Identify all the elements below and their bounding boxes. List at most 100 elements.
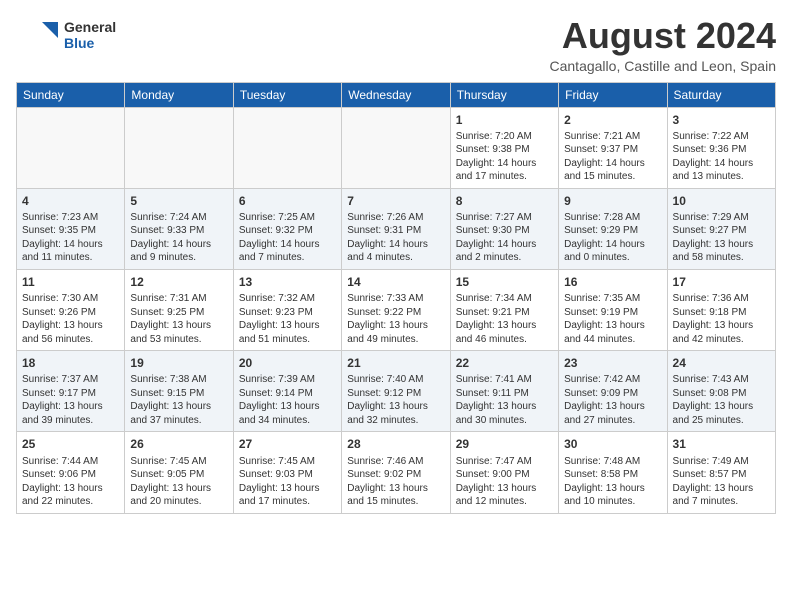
calendar-cell: 6 Sunrise: 7:25 AM Sunset: 9:32 PM Daylig… [233, 188, 341, 269]
page-header: GeneralBlue August 2024 Cantagallo, Cast… [16, 16, 776, 74]
calendar-cell: 27 Sunrise: 7:45 AM Sunset: 9:03 PM Dayli… [233, 432, 341, 513]
calendar-cell: 5 Sunrise: 7:24 AM Sunset: 9:33 PM Daylig… [125, 188, 233, 269]
calendar-cell: 26Sunrise: 7:45 AM Sunset: 9:05 PM Dayli… [125, 432, 233, 513]
day-of-week-thursday: Thursday [450, 82, 558, 107]
calendar-cell: 16 Sunrise: 7:35 AM Sunset: 9:19 PM Dayli… [559, 269, 667, 350]
day-number: 11 [22, 274, 119, 290]
calendar-cell: 31Sunrise: 7:49 AM Sunset: 8:57 PM Dayli… [667, 432, 775, 513]
day-of-week-sunday: Sunday [17, 82, 125, 107]
day-number: 20 [239, 355, 336, 371]
calendar-cell [233, 107, 341, 188]
calendar-cell: 4 Sunrise: 7:23 AM Sunset: 9:35 PM Daylig… [17, 188, 125, 269]
day-info: Sunrise: 7:46 AM Sunset: 9:02 PM Dayligh… [347, 455, 444, 509]
month-year-title: August 2024 [550, 16, 777, 56]
day-of-week-saturday: Saturday [667, 82, 775, 107]
day-number: 14 [347, 274, 444, 290]
day-number: 30 [564, 436, 661, 452]
day-info: Sunrise: 7:26 AM Sunset: 9:31 PM Dayligh… [347, 211, 444, 265]
day-info: Sunrise: 7:27 AM Sunset: 9:30 PM Dayligh… [456, 211, 553, 265]
day-info: Sunrise: 7:36 AM Sunset: 9:18 PM Dayligh… [673, 292, 770, 346]
day-info: Sunrise: 7:42 AM Sunset: 9:09 PM Dayligh… [564, 373, 661, 427]
day-info: Sunrise: 7:25 AM Sunset: 9:32 PM Dayligh… [239, 211, 336, 265]
calendar-cell: 23 Sunrise: 7:42 AM Sunset: 9:09 PM Dayli… [559, 351, 667, 432]
calendar-cell: 13Sunrise: 7:32 AM Sunset: 9:23 PM Dayli… [233, 269, 341, 350]
day-number: 7 [347, 193, 444, 209]
day-info: Sunrise: 7:20 AM Sunset: 9:38 PM Dayligh… [456, 130, 553, 184]
day-number: 16 [564, 274, 661, 290]
calendar-week-row: 25Sunrise: 7:44 AM Sunset: 9:06 PM Dayli… [17, 432, 776, 513]
day-info: Sunrise: 7:43 AM Sunset: 9:08 PM Dayligh… [673, 373, 770, 427]
calendar-cell [342, 107, 450, 188]
day-info: Sunrise: 7:38 AM Sunset: 9:15 PM Dayligh… [130, 373, 227, 427]
calendar-cell: 8 Sunrise: 7:27 AM Sunset: 9:30 PM Daylig… [450, 188, 558, 269]
day-info: Sunrise: 7:33 AM Sunset: 9:22 PM Dayligh… [347, 292, 444, 346]
day-number: 6 [239, 193, 336, 209]
calendar-cell: 24 Sunrise: 7:43 AM Sunset: 9:08 PM Dayli… [667, 351, 775, 432]
calendar-cell: 29Sunrise: 7:47 AM Sunset: 9:00 PM Dayli… [450, 432, 558, 513]
day-number: 1 [456, 112, 553, 128]
day-of-week-monday: Monday [125, 82, 233, 107]
day-number: 3 [673, 112, 770, 128]
calendar-cell: 12 Sunrise: 7:31 AM Sunset: 9:25 PM Dayli… [125, 269, 233, 350]
calendar-cell: 25Sunrise: 7:44 AM Sunset: 9:06 PM Dayli… [17, 432, 125, 513]
day-info: Sunrise: 7:34 AM Sunset: 9:21 PM Dayligh… [456, 292, 553, 346]
location-subtitle: Cantagallo, Castille and Leon, Spain [550, 58, 777, 74]
day-number: 28 [347, 436, 444, 452]
calendar-table: SundayMondayTuesdayWednesdayThursdayFrid… [16, 82, 776, 514]
day-number: 4 [22, 193, 119, 209]
calendar-cell [125, 107, 233, 188]
day-of-week-friday: Friday [559, 82, 667, 107]
day-number: 23 [564, 355, 661, 371]
calendar-cell: 28 Sunrise: 7:46 AM Sunset: 9:02 PM Dayli… [342, 432, 450, 513]
calendar-cell: 2 Sunrise: 7:21 AM Sunset: 9:37 PM Daylig… [559, 107, 667, 188]
day-info: Sunrise: 7:29 AM Sunset: 9:27 PM Dayligh… [673, 211, 770, 265]
day-info: Sunrise: 7:40 AM Sunset: 9:12 PM Dayligh… [347, 373, 444, 427]
calendar-week-row: 11Sunrise: 7:30 AM Sunset: 9:26 PM Dayli… [17, 269, 776, 350]
day-info: Sunrise: 7:24 AM Sunset: 9:33 PM Dayligh… [130, 211, 227, 265]
calendar-cell: 14 Sunrise: 7:33 AM Sunset: 9:22 PM Dayli… [342, 269, 450, 350]
day-number: 8 [456, 193, 553, 209]
calendar-cell: 3Sunrise: 7:22 AM Sunset: 9:36 PM Daylig… [667, 107, 775, 188]
calendar-cell: 7 Sunrise: 7:26 AM Sunset: 9:31 PM Daylig… [342, 188, 450, 269]
calendar-cell: 22Sunrise: 7:41 AM Sunset: 9:11 PM Dayli… [450, 351, 558, 432]
day-number: 19 [130, 355, 227, 371]
day-number: 17 [673, 274, 770, 290]
calendar-cell: 19 Sunrise: 7:38 AM Sunset: 9:15 PM Dayli… [125, 351, 233, 432]
day-number: 27 [239, 436, 336, 452]
day-info: Sunrise: 7:45 AM Sunset: 9:05 PM Dayligh… [130, 455, 227, 509]
day-number: 21 [347, 355, 444, 371]
calendar-header-row: SundayMondayTuesdayWednesdayThursdayFrid… [17, 82, 776, 107]
day-info: Sunrise: 7:47 AM Sunset: 9:00 PM Dayligh… [456, 455, 553, 509]
day-number: 10 [673, 193, 770, 209]
day-info: Sunrise: 7:45 AM Sunset: 9:03 PM Dayligh… [239, 455, 336, 509]
logo: GeneralBlue [16, 16, 116, 54]
day-info: Sunrise: 7:41 AM Sunset: 9:11 PM Dayligh… [456, 373, 553, 427]
day-info: Sunrise: 7:23 AM Sunset: 9:35 PM Dayligh… [22, 211, 119, 265]
day-number: 25 [22, 436, 119, 452]
day-number: 12 [130, 274, 227, 290]
day-number: 24 [673, 355, 770, 371]
calendar-cell: 17 Sunrise: 7:36 AM Sunset: 9:18 PM Dayli… [667, 269, 775, 350]
day-number: 9 [564, 193, 661, 209]
logo-svg [16, 16, 60, 54]
calendar-cell: 9Sunrise: 7:28 AM Sunset: 9:29 PM Daylig… [559, 188, 667, 269]
calendar-cell: 30Sunrise: 7:48 AM Sunset: 8:58 PM Dayli… [559, 432, 667, 513]
day-info: Sunrise: 7:39 AM Sunset: 9:14 PM Dayligh… [239, 373, 336, 427]
day-info: Sunrise: 7:35 AM Sunset: 9:19 PM Dayligh… [564, 292, 661, 346]
day-of-week-wednesday: Wednesday [342, 82, 450, 107]
day-number: 18 [22, 355, 119, 371]
day-of-week-tuesday: Tuesday [233, 82, 341, 107]
calendar-cell: 20 Sunrise: 7:39 AM Sunset: 9:14 PM Dayli… [233, 351, 341, 432]
day-info: Sunrise: 7:31 AM Sunset: 9:25 PM Dayligh… [130, 292, 227, 346]
day-number: 5 [130, 193, 227, 209]
day-info: Sunrise: 7:37 AM Sunset: 9:17 PM Dayligh… [22, 373, 119, 427]
logo-general: General [64, 19, 116, 35]
calendar-cell: 18 Sunrise: 7:37 AM Sunset: 9:17 PM Dayli… [17, 351, 125, 432]
day-info: Sunrise: 7:21 AM Sunset: 9:37 PM Dayligh… [564, 130, 661, 184]
calendar-week-row: 18 Sunrise: 7:37 AM Sunset: 9:17 PM Dayli… [17, 351, 776, 432]
logo-blue: Blue [64, 35, 116, 51]
calendar-cell: 15Sunrise: 7:34 AM Sunset: 9:21 PM Dayli… [450, 269, 558, 350]
day-number: 2 [564, 112, 661, 128]
day-info: Sunrise: 7:32 AM Sunset: 9:23 PM Dayligh… [239, 292, 336, 346]
title-area: August 2024 Cantagallo, Castille and Leo… [550, 16, 777, 74]
